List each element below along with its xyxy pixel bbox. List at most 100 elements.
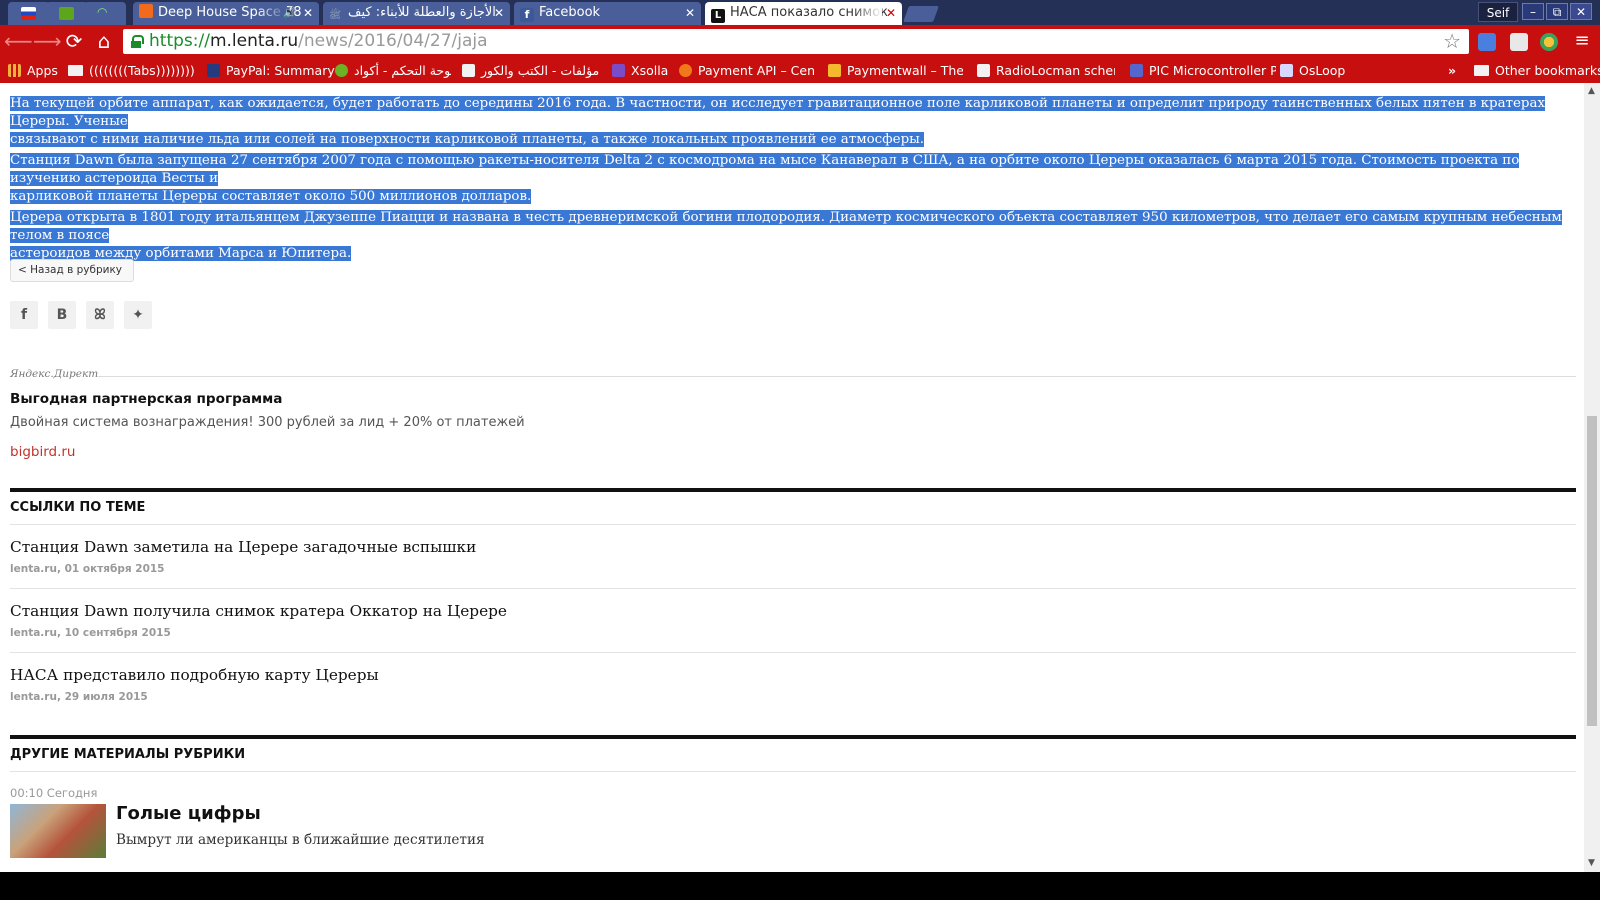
page-scrollbar[interactable]: ▲ ▼ xyxy=(1584,83,1600,872)
bookmark-label: PayPal: Summary xyxy=(226,63,335,78)
tab-title: Facebook xyxy=(539,5,601,20)
ad-title[interactable]: Выгодная партнерская программа xyxy=(10,391,282,407)
scrollbar-thumb[interactable] xyxy=(1587,416,1597,726)
related-link-title[interactable]: НАСА представило подробную карту Цереры xyxy=(10,666,379,684)
other-item-thumbnail[interactable] xyxy=(10,804,106,858)
tab-arabic[interactable]: ﷺ الأجازة والعطلة للأبناء: كيف ✕ xyxy=(323,2,510,25)
folder-icon xyxy=(1474,65,1489,76)
paragraph-line: связывают с ними наличие льда или солей … xyxy=(10,132,925,147)
close-tab-icon[interactable]: ✕ xyxy=(494,2,504,24)
vk-share-icon[interactable]: В xyxy=(48,301,76,329)
restore-button[interactable]: ⧉ xyxy=(1546,3,1568,20)
tab-lenta[interactable]: L НАСА показало снимок ✕ xyxy=(705,2,902,25)
bookmark-star-icon[interactable]: ☆ xyxy=(1443,29,1461,54)
audio-icon[interactable]: 🔊 xyxy=(283,2,297,24)
related-link-meta: lenta.ru, 29 июля 2015 xyxy=(10,691,148,703)
pinned-tab-russia[interactable] xyxy=(8,2,50,25)
minimize-button[interactable]: – xyxy=(1522,3,1544,20)
taskbar xyxy=(0,872,1600,900)
related-link-title[interactable]: Станция Dawn заметила на Церере загадочн… xyxy=(10,538,476,556)
menu-icon[interactable]: ≡ xyxy=(1570,29,1594,53)
reload-icon[interactable]: ⟳ xyxy=(62,29,86,53)
forward-arrow-icon[interactable]: ⟶ xyxy=(33,29,62,53)
new-tab-button[interactable] xyxy=(903,6,939,22)
bookmark-books[interactable]: مؤلفات - الكتب والكور xyxy=(462,62,602,80)
bookmark-label: OsLoop xyxy=(1299,63,1346,78)
url-host: m.lenta.ru xyxy=(209,31,299,51)
address-bar[interactable]: https://m.lenta.ru/news/2016/04/27/jaja … xyxy=(123,29,1469,54)
paragraph-line: карликовой планеты Цереры составляет око… xyxy=(10,189,532,204)
related-link-title[interactable]: Станция Dawn получила снимок кратера Окк… xyxy=(10,602,507,620)
divider xyxy=(10,771,1576,772)
translate-extension-icon[interactable] xyxy=(1478,33,1496,51)
centili-icon xyxy=(679,64,692,77)
pinned-tab-rt[interactable] xyxy=(46,2,88,25)
bookmark-label: Other bookmarks xyxy=(1495,63,1600,78)
tab-strip: ◠ Deep House Space 78 🔊 ✕ ﷺ الأجازة والعط… xyxy=(0,0,1600,25)
back-arrow-icon[interactable]: ⟵ xyxy=(4,29,33,53)
paragraph-line: Станция Dawn была запущена 27 сентября 2… xyxy=(10,153,1520,186)
bookmark-apps[interactable]: Apps xyxy=(8,62,58,80)
bookmark-label: لوحة التحكم - أكواد xyxy=(354,63,451,78)
site-icon xyxy=(335,64,348,77)
xsolla-icon xyxy=(612,64,625,77)
other-item-title[interactable]: Голые цифры xyxy=(116,803,261,824)
url-protocol: https:// xyxy=(149,31,210,51)
extension-icon[interactable] xyxy=(1510,33,1528,51)
facebook-share-icon[interactable]: f xyxy=(10,301,38,329)
bookmark-other[interactable]: Other bookmarks xyxy=(1474,62,1600,80)
close-tab-icon[interactable]: ✕ xyxy=(685,2,695,24)
bookmark-pic[interactable]: PIC Microcontroller P xyxy=(1130,62,1276,80)
bookmark-radiolocman[interactable]: RadioLocman schem xyxy=(977,62,1115,80)
url-path: /news/2016/04/27/jaja xyxy=(298,31,488,51)
bookmark-xsolla[interactable]: Xsolla xyxy=(612,62,668,80)
ad-link[interactable]: bigbird.ru xyxy=(10,444,76,460)
section-divider xyxy=(10,735,1576,739)
bookmark-paymentwall[interactable]: Paymentwall – The e xyxy=(828,62,963,80)
close-window-button[interactable]: ✕ xyxy=(1570,3,1592,20)
tab-fade xyxy=(852,2,882,25)
ad-label: Яндекс.Директ xyxy=(10,368,99,380)
ad-text: Двойная система вознаграждения! 300 рубл… xyxy=(10,415,525,430)
back-to-rubric-button[interactable]: < Назад в рубрику xyxy=(10,259,134,282)
home-icon[interactable]: ⌂ xyxy=(92,29,116,53)
rt-icon xyxy=(59,7,74,20)
article-paragraph: На текущей орбите аппарат, как ожидается… xyxy=(10,95,1576,149)
bookmark-tabs-folder[interactable]: ((((((((Tabs)))))))) xyxy=(68,62,195,80)
facebook-icon: f xyxy=(520,8,534,22)
other-item-time: 00:10 Сегодня xyxy=(10,786,98,800)
bookmarks-overflow-button[interactable]: » xyxy=(1448,62,1456,80)
apps-grid-icon xyxy=(8,64,21,77)
odnoklassniki-share-icon[interactable]: ꕤ xyxy=(86,301,114,329)
article-paragraph: Станция Dawn была запущена 27 сентября 2… xyxy=(10,152,1576,206)
scroll-down-icon[interactable]: ▼ xyxy=(1588,858,1595,868)
divider xyxy=(10,588,1576,589)
bookmark-label: Payment API – Centi xyxy=(698,63,814,78)
tab-facebook[interactable]: f Facebook ✕ xyxy=(514,2,701,25)
lock-icon xyxy=(131,35,144,48)
profile-button[interactable]: Seif xyxy=(1478,2,1518,22)
bookmark-label: مؤلفات - الكتب والكور xyxy=(481,63,600,78)
speaker-icon xyxy=(462,64,475,77)
bookmark-payment-api[interactable]: Payment API – Centi xyxy=(679,62,814,80)
bookmark-label: RadioLocman schem xyxy=(996,63,1115,78)
twitter-share-icon[interactable]: ✦ xyxy=(124,301,152,329)
related-links-heading: ССЫЛКИ ПО ТЕМЕ xyxy=(10,500,146,515)
divider xyxy=(10,524,1576,525)
bookmark-label: Paymentwall – The e xyxy=(847,63,963,78)
bookmark-label: Apps xyxy=(27,63,58,78)
close-tab-icon[interactable]: ✕ xyxy=(886,2,896,24)
pinned-tab-wifi[interactable]: ◠ xyxy=(84,2,126,25)
bookmark-paypal[interactable]: PayPal: Summary xyxy=(207,62,335,80)
paypal-icon xyxy=(207,64,220,77)
paymentwall-icon xyxy=(828,64,841,77)
tab-deep-house[interactable]: Deep House Space 78 🔊 ✕ xyxy=(133,2,319,25)
scroll-up-icon[interactable]: ▲ xyxy=(1588,86,1595,96)
bookmark-osloop[interactable]: OsLoop xyxy=(1280,62,1416,80)
lenta-icon: L xyxy=(711,9,725,23)
bookmark-control-panel[interactable]: لوحة التحكم - أكواد xyxy=(335,62,451,80)
other-materials-heading: ДРУГИЕ МАТЕРИАЛЫ РУБРИКИ xyxy=(10,747,246,762)
globe-extension-icon[interactable] xyxy=(1540,33,1558,51)
close-tab-icon[interactable]: ✕ xyxy=(303,2,313,24)
flag-icon xyxy=(21,7,36,20)
